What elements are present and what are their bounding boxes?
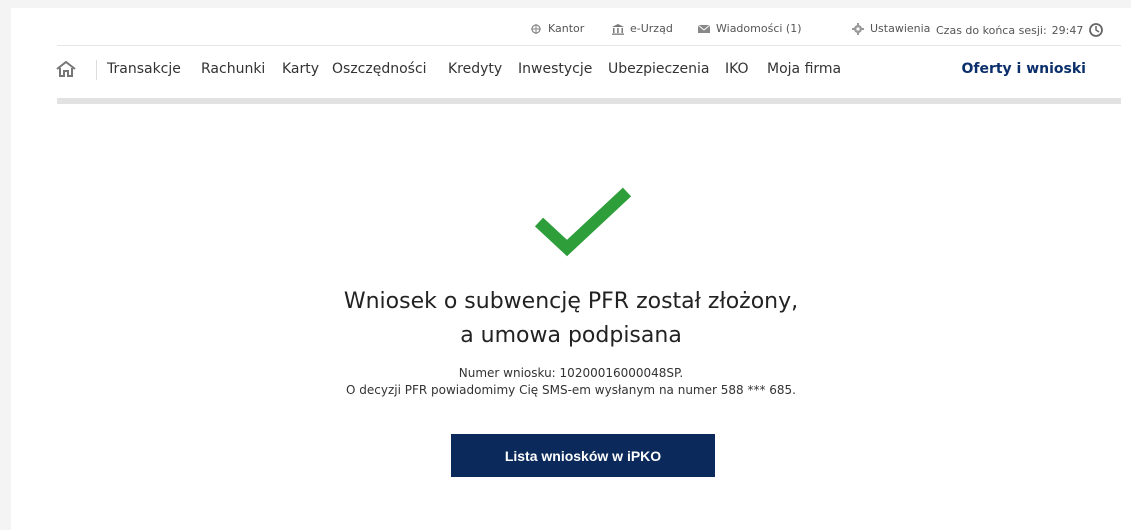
eurzad-link[interactable]: e-Urząd — [611, 22, 673, 35]
eurzad-label: e-Urząd — [630, 22, 673, 35]
utility-bar: Kantor e-Urząd Wiadomości (1) Ustawienia… — [11, 18, 1131, 44]
nav-item-oszczednosci[interactable]: Oszczędności — [332, 61, 427, 77]
nav-underline-bar — [57, 98, 1121, 104]
nav-item-inwestycje[interactable]: Inwestycje — [518, 61, 592, 77]
messages-link[interactable]: Wiadomości (1) — [697, 22, 802, 35]
nav-item-rachunki[interactable]: Rachunki — [201, 61, 265, 77]
nav-divider — [96, 60, 97, 80]
confirmation-headline: Wniosek o subwencję PFR został złożony, … — [11, 285, 1131, 353]
headline-line-1: Wniosek o subwencję PFR został złożony, — [343, 289, 799, 314]
page-card: Kantor e-Urząd Wiadomości (1) Ustawienia… — [11, 8, 1131, 530]
application-number: Numer wniosku: 10200016000048SP. — [458, 366, 684, 380]
settings-link[interactable]: Ustawienia — [851, 22, 930, 35]
nav-item-moja-firma[interactable]: Moja firma — [767, 61, 841, 77]
messages-label: Wiadomości (1) — [716, 22, 802, 35]
envelope-icon — [697, 23, 711, 35]
nav-item-karty[interactable]: Karty — [282, 61, 319, 77]
nav-item-iko[interactable]: IKO — [725, 61, 749, 77]
confirmation-details: Numer wniosku: 10200016000048SP. O decyz… — [11, 365, 1131, 399]
main-nav: Transakcje Rachunki Karty Oszczędności K… — [11, 56, 1131, 86]
nav-item-transakcje[interactable]: Transakcje — [107, 61, 181, 77]
clock-icon[interactable] — [1088, 22, 1104, 38]
nav-item-ubezpieczenia[interactable]: Ubezpieczenia — [608, 61, 710, 77]
decision-notice: O decyzji PFR powiadomimy Cię SMS-em wys… — [346, 383, 796, 397]
headline-line-2: a umowa podpisana — [460, 323, 682, 348]
session-time: 29:47 — [1051, 23, 1084, 37]
nav-item-oferty-i-wnioski[interactable]: Oferty i wnioski — [961, 61, 1086, 77]
session-timer: Czas do końca sesji: 29:47 — [936, 22, 1104, 38]
kantor-label: Kantor — [548, 22, 585, 35]
home-icon[interactable] — [55, 60, 77, 78]
applications-list-button[interactable]: Lista wniosków w iPKO — [451, 434, 715, 477]
settings-label: Ustawienia — [870, 22, 931, 35]
topbar-divider — [57, 45, 1121, 46]
bank-building-icon — [611, 23, 625, 35]
session-label: Czas do końca sesji: — [936, 23, 1047, 37]
gear-icon — [851, 22, 865, 35]
kantor-link[interactable]: Kantor — [529, 22, 584, 35]
checkmark-icon — [527, 186, 637, 261]
nav-item-kredyty[interactable]: Kredyty — [448, 61, 502, 77]
kantor-icon — [529, 23, 543, 35]
